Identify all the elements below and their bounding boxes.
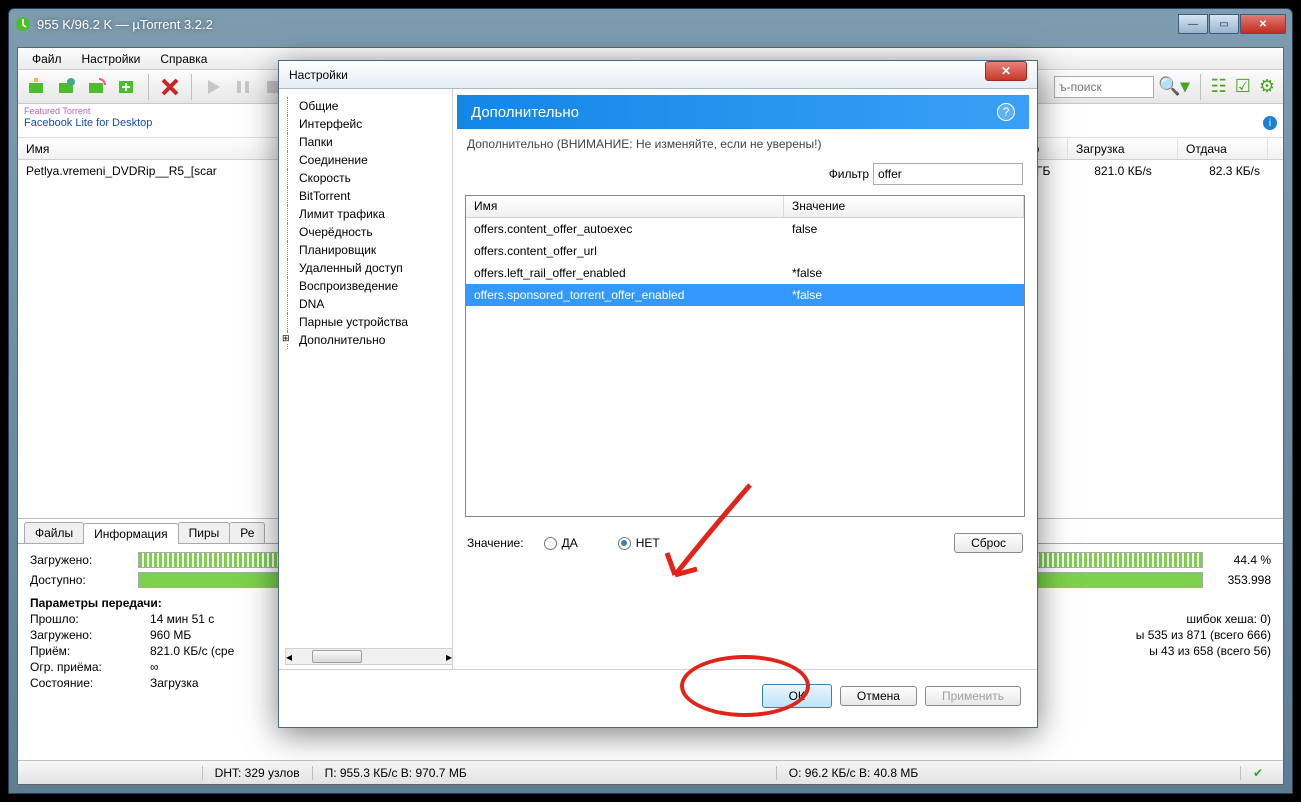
pieces2: ы 43 из 658 (всего 56)	[1149, 644, 1271, 658]
reset-button[interactable]: Сброс	[954, 533, 1023, 553]
settings-dialog: Настройки ✕ Общие Интерфейс Папки Соедин…	[278, 60, 1038, 728]
adv-col-val[interactable]: Значение	[784, 196, 1024, 217]
detail-icon[interactable]: ☑	[1235, 76, 1251, 97]
search-icon[interactable]: 🔍▾	[1158, 76, 1189, 97]
radio-no[interactable]: НЕТ	[618, 536, 660, 550]
cancel-button[interactable]: Отмена	[840, 686, 917, 706]
elapsed-label: Прошло:	[30, 612, 150, 626]
menu-file[interactable]: Файл	[22, 50, 72, 68]
progress-pct: 44.4 %	[1211, 553, 1271, 567]
tree-hscrollbar[interactable]: ◂▸	[285, 648, 453, 665]
tree-speed[interactable]: Скорость	[283, 169, 448, 187]
status-bar: DHT: 329 узлов П: 955.3 КБ/с В: 970.7 МБ…	[18, 760, 1283, 784]
tree-general[interactable]: Общие	[283, 97, 448, 115]
tab-re[interactable]: Ре	[229, 522, 265, 543]
featured-name[interactable]: Facebook Lite for Desktop	[24, 117, 152, 129]
adv-row[interactable]: offers.left_rail_offer_enabled*false	[466, 262, 1024, 284]
tree-dna[interactable]: DNA	[283, 295, 448, 313]
window-title: 955 K/96.2 K — µTorrent 3.2.2	[37, 17, 1178, 32]
menu-help[interactable]: Справка	[150, 50, 217, 68]
dialog-close-button[interactable]: ✕	[985, 61, 1027, 81]
adv-row-selected[interactable]: offers.sponsored_torrent_offer_enabled*f…	[466, 284, 1024, 306]
value-label: Значение:	[467, 536, 524, 550]
info-icon[interactable]: i	[1263, 116, 1277, 130]
pieces1: ы 535 из 871 (всего 666)	[1136, 628, 1271, 642]
filter-input[interactable]	[873, 163, 1023, 185]
tab-peers[interactable]: Пиры	[178, 522, 231, 543]
tree-play[interactable]: Воспроизведение	[283, 277, 448, 295]
apply-button[interactable]: Применить	[925, 686, 1021, 706]
app-icon	[15, 16, 31, 32]
tree-paired[interactable]: Парные устройства	[283, 313, 448, 331]
add-torrent-icon[interactable]	[24, 74, 50, 100]
minimize-button[interactable]: —	[1178, 14, 1208, 34]
torrent-ul: 82.3 КБ/s	[1178, 164, 1268, 178]
help-icon[interactable]: ?	[997, 103, 1015, 121]
close-button[interactable]: ✕	[1240, 14, 1286, 34]
filter-label: Фильтр	[829, 167, 869, 181]
col-ul[interactable]: Отдача	[1178, 138, 1268, 159]
radio-yes[interactable]: ДА	[544, 536, 578, 550]
ok-button[interactable]: ОК	[762, 684, 832, 708]
search-input[interactable]	[1054, 76, 1154, 98]
state-label: Состояние:	[30, 676, 150, 690]
avail-val: 353.998	[1211, 573, 1271, 587]
start-icon[interactable]	[200, 74, 226, 100]
loaded-label: Загружено:	[30, 553, 130, 567]
status-ul: О: 96.2 КБ/с В: 40.8 МБ	[776, 766, 1240, 780]
rxlim-label: Огр. приёма:	[30, 660, 150, 674]
maximize-button[interactable]: ▭	[1209, 14, 1239, 34]
tree-dirs[interactable]: Папки	[283, 133, 448, 151]
dialog-title: Настройки	[289, 68, 348, 82]
advanced-table: Имя Значение offers.content_offer_autoex…	[465, 195, 1025, 517]
status-dht: DHT: 329 узлов	[202, 766, 312, 780]
torrent-dl: 821.0 КБ/s	[1068, 164, 1178, 178]
downloaded-label: Загружено:	[30, 628, 150, 642]
tree-ui[interactable]: Интерфейс	[283, 115, 448, 133]
status-ok-icon: ✔	[1240, 766, 1275, 780]
adv-row[interactable]: offers.content_offer_autoexecfalse	[466, 218, 1024, 240]
add-url-icon[interactable]	[54, 74, 80, 100]
hash-errors: шибок хеша: 0)	[1186, 612, 1271, 626]
create-torrent-icon[interactable]	[114, 74, 140, 100]
tree-sched[interactable]: Планировщик	[283, 241, 448, 259]
params-title: Параметры передачи:	[30, 596, 162, 610]
tree-remote[interactable]: Удаленный доступ	[283, 259, 448, 277]
dialog-footer: ОК Отмена Применить	[279, 669, 1037, 721]
categories-icon[interactable]: ☷	[1211, 76, 1227, 97]
tree-queue[interactable]: Очерёдность	[283, 223, 448, 241]
pause-icon[interactable]	[230, 74, 256, 100]
titlebar[interactable]: 955 K/96.2 K — µTorrent 3.2.2 — ▭ ✕	[9, 9, 1292, 39]
tree-conn[interactable]: Соединение	[283, 151, 448, 169]
remove-icon[interactable]	[157, 74, 183, 100]
settings-content: Дополнительно ? Дополнительно (ВНИМАНИЕ:…	[453, 89, 1037, 669]
warning-text: Дополнительно (ВНИМАНИЕ: Не изменяйте, е…	[453, 129, 1037, 159]
dialog-titlebar[interactable]: Настройки ✕	[279, 61, 1037, 89]
adv-row[interactable]: offers.content_offer_url	[466, 240, 1024, 262]
tree-bt[interactable]: BitTorrent	[283, 187, 448, 205]
tree-advanced[interactable]: Дополнительно	[283, 331, 448, 349]
col-dl[interactable]: Загрузка	[1068, 138, 1178, 159]
avail-label: Доступно:	[30, 573, 130, 587]
adv-col-name[interactable]: Имя	[466, 196, 784, 217]
tab-info[interactable]: Информация	[83, 523, 178, 544]
settings-tree[interactable]: Общие Интерфейс Папки Соединение Скорост…	[279, 89, 453, 669]
section-header: Дополнительно ?	[457, 95, 1029, 129]
tab-files[interactable]: Файлы	[24, 522, 84, 543]
status-dl: П: 955.3 КБ/с В: 970.7 МБ	[312, 766, 776, 780]
rx-label: Приём:	[30, 644, 150, 658]
tree-cap[interactable]: Лимит трафика	[283, 205, 448, 223]
menu-settings[interactable]: Настройки	[72, 50, 151, 68]
preferences-icon[interactable]: ⚙	[1259, 76, 1275, 97]
add-rss-icon[interactable]	[84, 74, 110, 100]
